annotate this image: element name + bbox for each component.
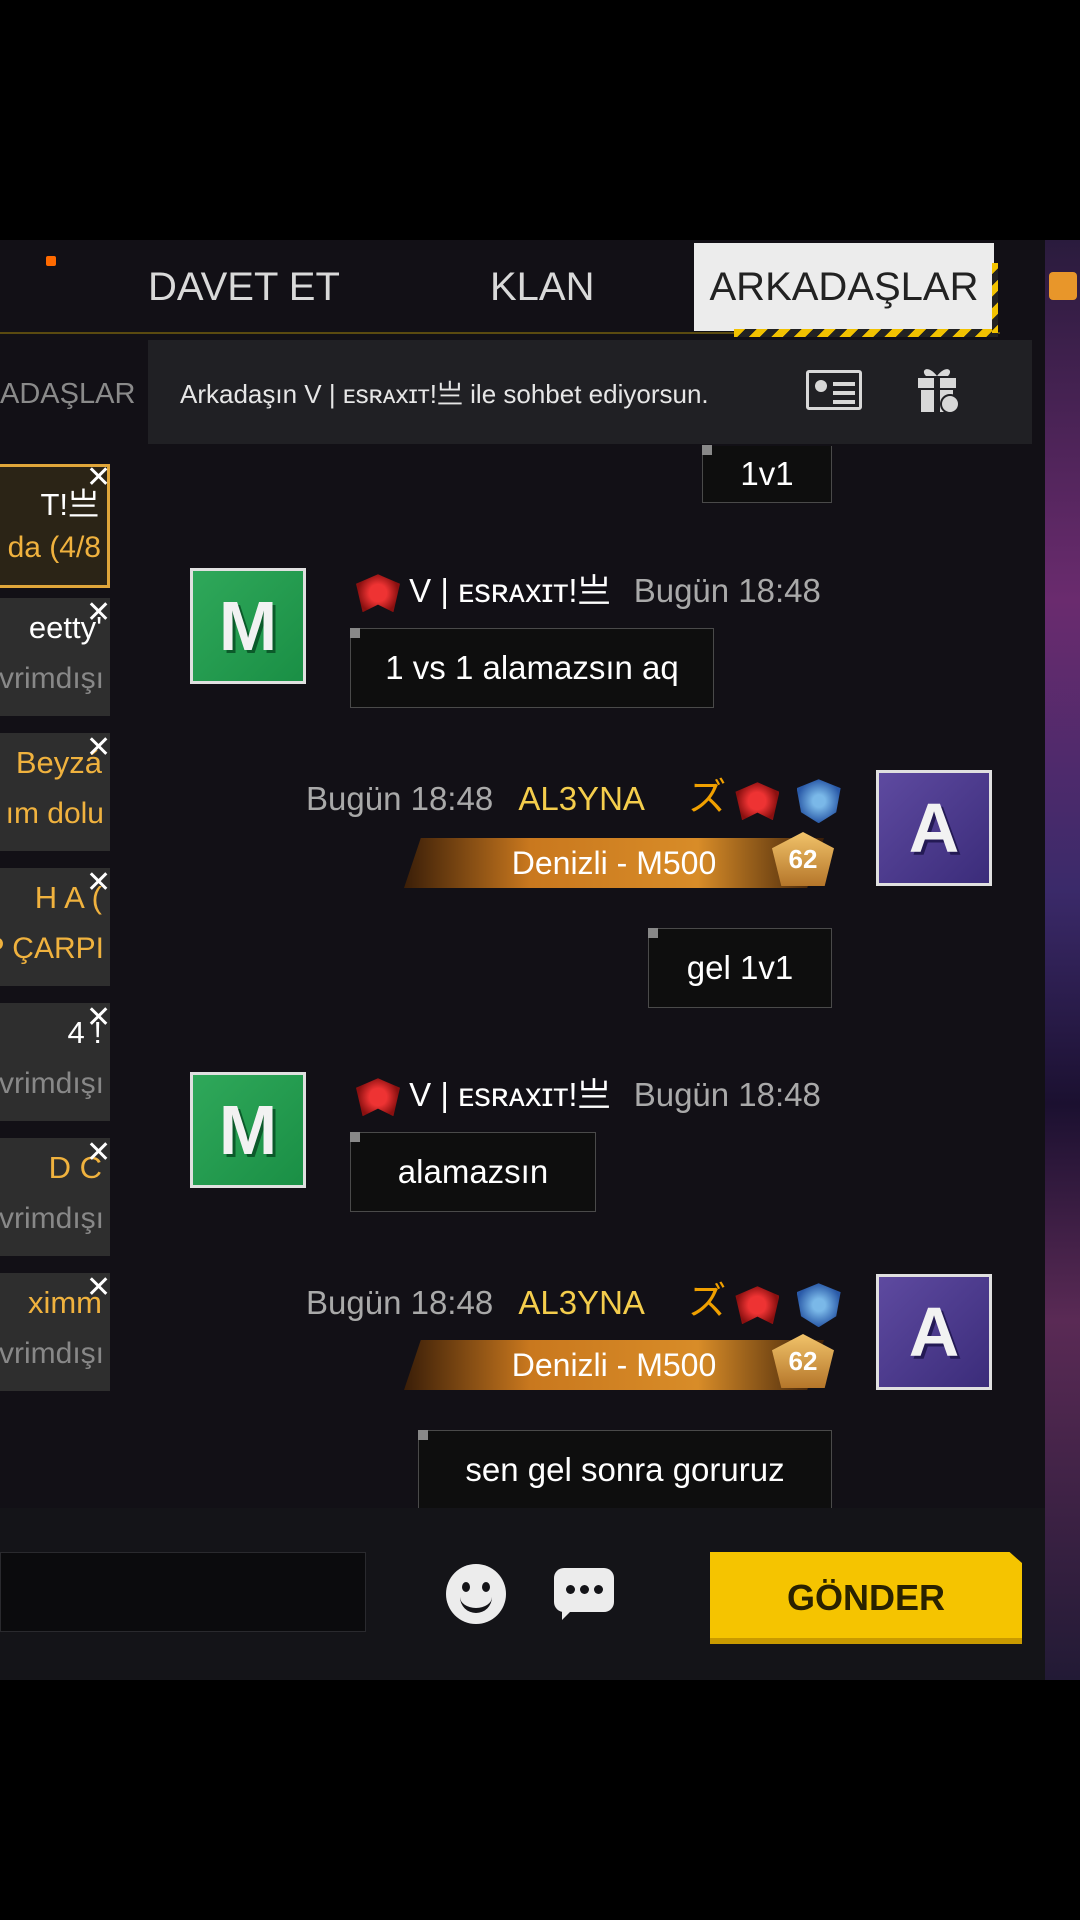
message-text: 1 vs 1 alamazsın aq: [385, 649, 679, 686]
notification-dot: [46, 256, 56, 266]
message-time: Bugün 18:48: [306, 780, 494, 817]
message-bubble: 1 vs 1 alamazsın aq: [350, 628, 714, 708]
rank-emblem-icon: [356, 1078, 400, 1117]
message-text: 1v1: [740, 455, 794, 492]
message-meta: Bugün 18:48 AL3YNA ズ: [306, 766, 841, 824]
message-bubble: sen gel sonra goruruz: [418, 1430, 832, 1509]
rank-emblem-icon: [356, 574, 400, 613]
sender-name: V | ᴇsʀᴀxɪᴛ!亗: [409, 1076, 611, 1113]
friend-status: vrimdışı: [0, 662, 104, 695]
message-text: gel 1v1: [686, 949, 794, 986]
banner-text: Denizli - M500: [511, 1346, 717, 1383]
tab-hazard-stripe-side: [992, 263, 998, 333]
message-time: Bugün 18:48: [633, 572, 821, 609]
profile-card-icon[interactable]: [806, 370, 862, 410]
close-icon[interactable]: ✕: [86, 1273, 111, 1303]
message-time: Bugün 18:48: [633, 1076, 821, 1113]
message-bubble: 1v1: [702, 445, 832, 503]
friend-status: P ÇARPI: [0, 932, 104, 965]
background-strip: [1045, 240, 1080, 1680]
sender-name: AL3YNA: [518, 1284, 644, 1321]
chat-header-text: Arkadaşın V | ᴇsʀᴀxɪᴛ!亗 ile sohbet ediyo…: [180, 379, 709, 409]
tab-friends-label: ARKADAŞLAR: [709, 264, 979, 309]
message-bubble: gel 1v1: [648, 928, 832, 1008]
gift-icon[interactable]: [916, 362, 958, 414]
close-icon[interactable]: ✕: [86, 1138, 111, 1168]
avatar-letter: A: [908, 789, 960, 867]
chat-header: Arkadaşın V | ᴇsʀᴀxɪᴛ!亗 ile sohbet ediyo…: [148, 340, 1032, 444]
friend-status: ım dolu: [5, 797, 104, 830]
friend-status: vrimdışı: [0, 1202, 104, 1235]
close-icon[interactable]: ✕: [86, 733, 111, 763]
sender-name: AL3YNA: [518, 780, 644, 817]
send-button[interactable]: GÖNDER: [710, 1552, 1022, 1644]
friend-status: vrimdışı: [0, 1337, 104, 1370]
avatar[interactable]: A: [876, 1274, 992, 1390]
friend-status: da (4/8: [7, 531, 101, 564]
avatar-letter: M: [218, 1091, 278, 1169]
message-meta: V | ᴇsʀᴀxɪᴛ!亗 Bugün 18:48: [356, 1068, 821, 1117]
clan-tag: ズ: [688, 1281, 727, 1323]
tab-hazard-stripe: [734, 329, 998, 337]
message-meta: V | ᴇsʀᴀxɪᴛ!亗 Bugün 18:48: [356, 564, 821, 613]
rank-emblem-icon: [735, 782, 780, 821]
message-bubble: alamazsın: [350, 1132, 596, 1212]
rank-emblem-icon: [735, 1286, 780, 1325]
sender-name: V | ᴇsʀᴀxɪᴛ!亗: [409, 572, 611, 609]
avatar-letter: M: [218, 587, 278, 665]
message-meta: Bugün 18:48 AL3YNA ズ: [306, 1270, 841, 1328]
region-banner: Denizli - M500: [404, 838, 824, 888]
avatar-letter: A: [908, 1293, 960, 1371]
shield-icon: [796, 1283, 841, 1328]
message-input[interactable]: [0, 1552, 366, 1632]
close-icon[interactable]: ✕: [86, 1003, 111, 1033]
level-value: 62: [788, 843, 818, 874]
message-text: sen gel sonra goruruz: [465, 1451, 785, 1488]
close-icon[interactable]: ✕: [86, 463, 111, 493]
avatar[interactable]: M: [190, 568, 306, 684]
tab-friends[interactable]: ARKADAŞLAR: [694, 243, 998, 337]
message-text: alamazsın: [397, 1153, 549, 1190]
region-banner: Denizli - M500: [404, 1340, 824, 1390]
shield-icon: [796, 779, 841, 824]
avatar[interactable]: A: [876, 770, 992, 886]
friend-status: vrimdışı: [0, 1067, 104, 1100]
sidebar-label: ADAŞLAR: [0, 378, 136, 410]
clan-tag: ズ: [688, 777, 727, 819]
level-value: 62: [788, 1345, 818, 1376]
emoji-icon[interactable]: [446, 1564, 506, 1624]
tab-clan[interactable]: KLAN: [490, 265, 595, 310]
diamond-icon: [1049, 272, 1077, 300]
message-time: Bugün 18:48: [306, 1284, 494, 1321]
close-icon[interactable]: ✕: [86, 598, 111, 628]
close-icon[interactable]: ✕: [86, 868, 111, 898]
banner-text: Denizli - M500: [511, 844, 717, 881]
avatar[interactable]: M: [190, 1072, 306, 1188]
chat-bubble-icon[interactable]: [554, 1568, 614, 1620]
tab-invite[interactable]: DAVET ET: [148, 265, 340, 310]
